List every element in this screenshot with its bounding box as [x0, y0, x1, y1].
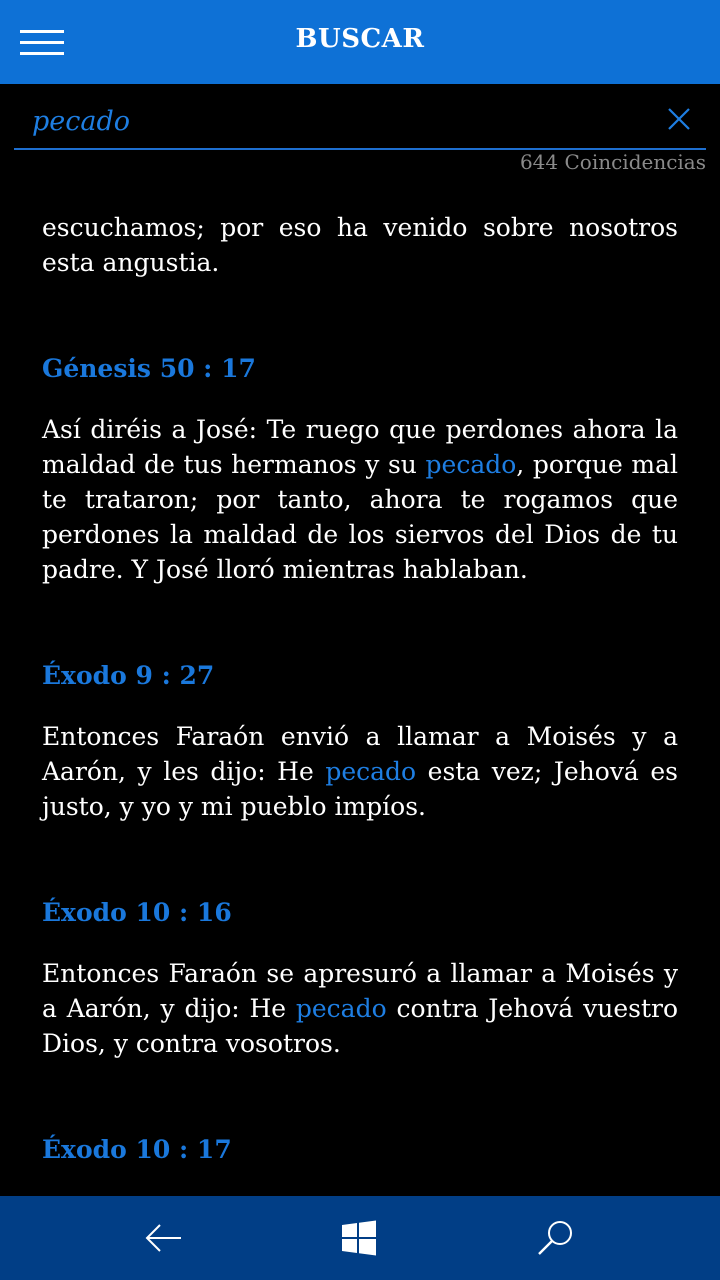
back-arrow-icon[interactable]: [141, 1216, 185, 1260]
search-highlight: pecado: [325, 757, 417, 786]
verse-text: Entonces Faraón se apresuró a llamar a M…: [42, 956, 678, 1061]
verse-reference[interactable]: Éxodo 10 : 16: [42, 895, 678, 930]
search-bar: [14, 96, 706, 150]
search-highlight: pecado: [425, 450, 517, 479]
close-icon[interactable]: [666, 106, 692, 132]
app-header: BUSCAR: [0, 0, 720, 84]
page-title: BUSCAR: [295, 24, 425, 54]
verse-reference[interactable]: Éxodo 9 : 27: [42, 658, 678, 693]
search-icon[interactable]: [534, 1216, 578, 1260]
verse-segment: escuchamos; por eso ha venido sobre noso…: [42, 213, 678, 277]
search-input[interactable]: [32, 102, 632, 140]
bottom-nav-bar: [0, 1196, 720, 1280]
verse-text: Así diréis a José: Te ruego que perdones…: [42, 412, 678, 587]
search-highlight: pecado: [295, 994, 387, 1023]
results-list[interactable]: escuchamos; por eso ha venido sobre noso…: [0, 196, 720, 1196]
verse-text: Entonces Faraón envió a llamar a Moisés …: [42, 719, 678, 824]
verse-text: escuchamos; por eso ha venido sobre noso…: [42, 210, 678, 280]
windows-icon[interactable]: [338, 1216, 382, 1260]
results-inner: escuchamos; por eso ha venido sobre noso…: [42, 210, 678, 1196]
verse-reference[interactable]: Éxodo 10 : 17: [42, 1132, 678, 1167]
verse-reference[interactable]: Génesis 50 : 17: [42, 351, 678, 386]
match-count: 644 Coincidencias: [519, 150, 706, 174]
